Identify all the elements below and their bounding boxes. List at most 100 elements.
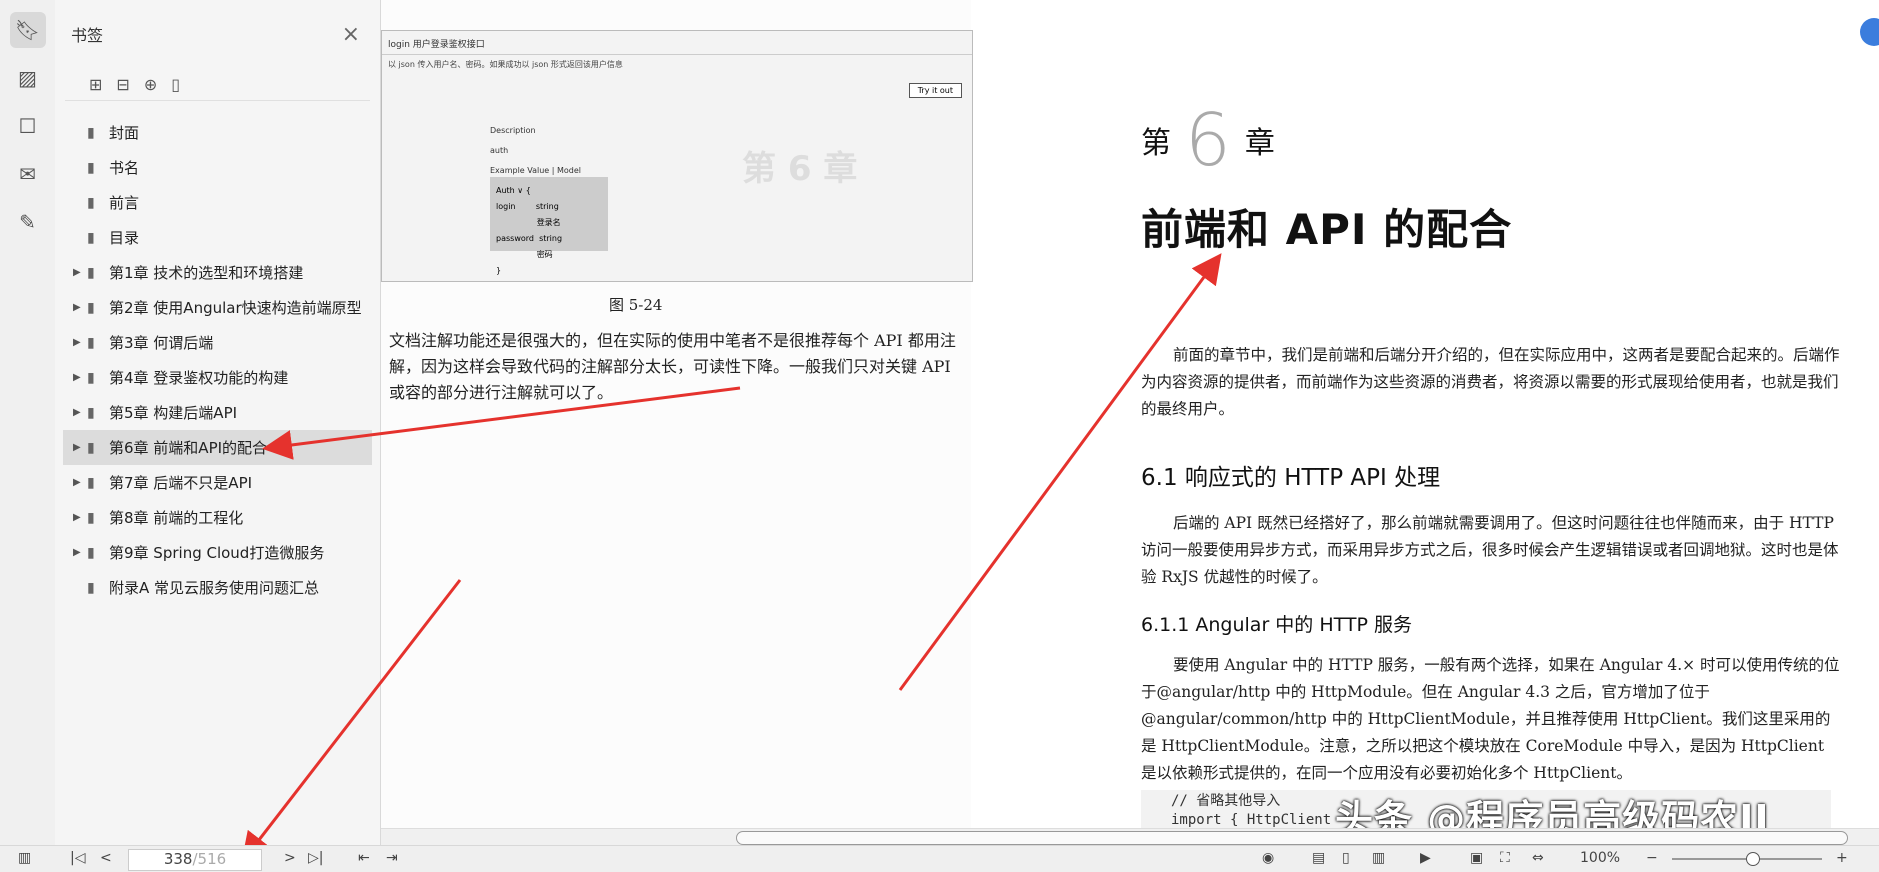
bookmark-flag-icon: ▮ [87,579,95,596]
bookmark-item[interactable]: ▶ ▮ 第2章 使用Angular快速构造前端原型 [63,290,372,325]
bookmark-item[interactable]: ▶ ▮ 第3章 何谓后端 [63,325,372,360]
bookmark-item[interactable]: ▮ 目录 [63,220,372,255]
bookmark-flag-icon: ▮ [87,369,95,386]
model-box: Auth ∨ {login string 登录名 password string … [490,177,608,275]
add-bookmark-icon[interactable]: ⊕ [144,75,157,94]
bookmark-label: 第6章 前端和API的配合 [109,439,268,457]
close-icon[interactable]: × [342,22,360,47]
expand-arrow-icon[interactable]: ▶ [73,407,87,418]
expand-arrow-icon[interactable]: ▶ [73,372,87,383]
bookmark-label: 书名 [109,159,140,177]
model-line: login string [496,202,559,211]
page-current: 338 [163,850,193,868]
section-paragraph: 后端的 API 既然已经搭好了，那么前端就需要调用了。但这时问题往往也伴随而来，… [1141,514,1839,586]
bookmark-label: 第5章 构建后端API [109,404,238,422]
bookmark-item[interactable]: ▶ ▮ 第5章 构建后端API [63,395,372,430]
model-line: } [496,266,502,275]
zoom-in-button[interactable]: + [1836,850,1848,866]
attachment-icon[interactable]: ✉ [10,156,46,192]
bookmark-item[interactable]: ▮ 前言 [63,185,372,220]
sidebar-toggle-icon[interactable]: ▥ [18,850,31,866]
back-icon[interactable]: ⇤ [358,850,370,866]
model-line: Auth ∨ { [496,186,531,195]
bookmark-list: ▮ 封面 ▮ 书名 ▮ 前言 ▮ 目录 ▶ ▮ 第1章 技术的选型和环境搭建 ▶ ▮ 第2章 使用Angu… [55,115,380,605]
bookmark-outline-icon[interactable]: ▯ [171,75,180,94]
subsection-paragraph: 要使用 Angular 中的 HTTP 服务，一般有两个选择，如果在 Angul… [1141,656,1840,782]
bookmark-panel: 书签 × ⊞ ⊟ ⊕ ▯ ▮ 封面 ▮ 书名 ▮ 前言 ▮ 目录 ▶ ▮ 第1章 技术的选型和环境搭… [55,0,381,845]
bookmark-flag-icon: ▮ [87,509,95,526]
api-doc-screenshot: login 用户登录鉴权接口 以 json 传入用户名、密码。如果成功以 jso… [381,30,973,282]
left-page: login 用户登录鉴权接口 以 json 传入用户名、密码。如果成功以 jso… [381,0,973,828]
expand-arrow-icon[interactable]: ▶ [73,302,87,313]
expand-arrow-icon[interactable]: ▶ [73,442,87,453]
zoom-slider-knob[interactable] [1746,852,1760,866]
bookmark-item[interactable]: ▶ ▮ 第8章 前端的工程化 [63,500,372,535]
prev-page-icon[interactable]: < [100,850,112,866]
document-view[interactable]: login 用户登录鉴权接口 以 json 传入用户名、密码。如果成功以 jso… [381,0,1879,828]
bookmark-item[interactable]: ▮ 附录A 常见云服务使用问题汇总 [63,570,372,605]
bookmark-item[interactable]: ▶ ▮ 第7章 后端不只是API [63,465,372,500]
last-page-icon[interactable]: ▷| [308,850,323,866]
faded-background-text [381,420,971,820]
bookmark-label: 第2章 使用Angular快速构造前端原型 [109,299,362,317]
description-value: auth [490,146,509,155]
fit-page-icon[interactable]: ⛶ [1500,850,1510,866]
description-label: Description [490,126,536,135]
bookmark-label: 第7章 后端不只是API [109,474,253,492]
expand-arrow-icon[interactable]: ▶ [73,547,87,558]
section-heading: 6.1 响应式的 HTTP API 处理 [1141,465,1441,491]
expand-arrow-icon[interactable]: ▶ [73,267,87,278]
continuous-page-icon[interactable]: ▯ [1342,850,1350,866]
read-mode-icon[interactable]: ◉ [1262,850,1274,866]
try-it-out-button: Try it out [908,83,962,98]
bookmark-icon[interactable]: 🔖︎ [9,12,46,48]
comment-icon[interactable]: ☐ [10,108,46,144]
bookmark-flag-icon: ▮ [87,544,95,561]
zoom-out-button[interactable]: − [1646,850,1658,866]
bookmark-item[interactable]: ▮ 书名 [63,150,372,185]
actual-size-icon[interactable]: ▣ [1470,850,1483,866]
collapse-all-icon[interactable]: ⊟ [116,75,129,94]
bookmark-label: 第8章 前端的工程化 [109,509,244,527]
two-page-icon[interactable]: ▥ [1372,850,1385,866]
bookmark-flag-icon: ▮ [87,474,95,491]
intro-paragraph: 前面的章节中，我们是前端和后端分开介绍的，但在实际应用中，这两者是要配合起来的。… [1141,346,1840,418]
forward-icon[interactable]: ⇥ [386,850,398,866]
model-line: 密码 [496,250,553,259]
bookmark-item[interactable]: ▶ ▮ 第6章 前端和API的配合 [63,430,372,465]
bookmark-item[interactable]: ▮ 封面 [63,115,372,150]
tool-rail: 🔖︎ ▨ ☐ ✉ ✎ [0,0,56,845]
bookmark-label: 第3章 何谓后端 [109,334,214,352]
page-total: /516 [192,850,227,868]
bookmark-item[interactable]: ▶ ▮ 第4章 登录鉴权功能的构建 [63,360,372,395]
next-page-icon[interactable]: > [284,850,296,866]
subsection-heading: 6.1.1 Angular 中的 HTTP 服务 [1141,614,1413,636]
bookmark-flag-icon: ▮ [87,264,95,281]
horizontal-scrollbar[interactable] [381,828,1879,846]
page-number-input[interactable]: 338/516 [128,849,262,871]
bookmark-item[interactable]: ▶ ▮ 第9章 Spring Cloud打造微服务 [63,535,372,570]
bookmark-label: 第1章 技术的选型和环境搭建 [109,264,304,282]
image-icon[interactable]: ▨ [10,60,46,96]
expand-arrow-icon[interactable]: ▶ [73,337,87,348]
model-line: password string [496,234,563,243]
expand-all-icon[interactable]: ⊞ [89,75,102,94]
bookmark-label: 目录 [109,229,140,247]
chapter-suffix: 章 [1244,126,1275,161]
expand-arrow-icon[interactable]: ▶ [73,512,87,523]
bookmark-flag-icon: ▮ [87,334,95,351]
bookmark-item[interactable]: ▶ ▮ 第1章 技术的选型和环境搭建 [63,255,372,290]
signature-icon[interactable]: ✎ [10,204,46,240]
figure-caption: 图 5-24 [609,296,663,314]
expand-arrow-icon[interactable]: ▶ [73,477,87,488]
zoom-level[interactable]: 100% [1580,850,1620,866]
single-page-icon[interactable]: ▤ [1312,850,1325,866]
play-icon[interactable]: ▶ [1420,850,1431,866]
scrollbar-thumb[interactable] [736,831,1848,845]
bookmark-flag-icon: ▮ [87,299,95,316]
description-block: Description auth Example Value | Model [490,121,581,181]
status-bar: ▥ |◁ < 338/516 > ▷| ⇤ ⇥ ◉ ▤ ▯ ▥ ▶ ▣ ⛶ ⇔ … [0,845,1879,872]
first-page-icon[interactable]: |◁ [70,850,85,866]
left-body-text: 文档注解功能还是很强大的，但在实际的使用中笔者不是很推荐每个 API 都用注解，… [389,331,956,402]
fit-width-icon[interactable]: ⇔ [1532,850,1544,866]
